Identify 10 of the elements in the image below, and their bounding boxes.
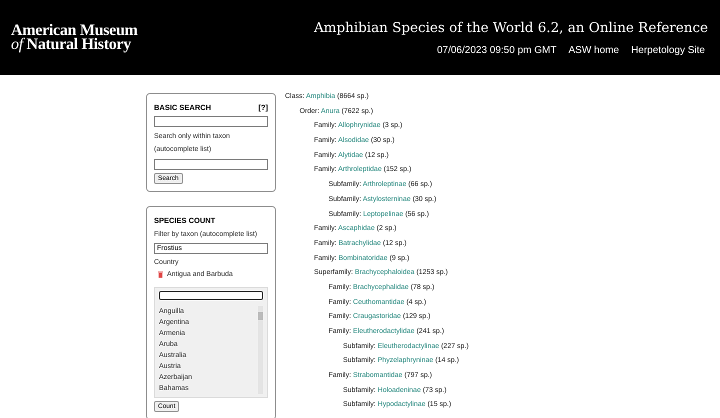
date-time: 07/06/2023 09:50 pm GMT xyxy=(436,45,556,56)
logo-text: American Museum xyxy=(11,24,138,38)
header-link[interactable]: ASW home xyxy=(568,45,620,56)
trash-icon[interactable] xyxy=(158,271,163,278)
taxon-field[interactable] xyxy=(154,159,268,170)
search-field[interactable] xyxy=(154,116,268,127)
site-title: Amphibian Species of the World 6.2, an Online Reference xyxy=(314,20,708,36)
header-link[interactable]: Herpetology Site xyxy=(631,45,705,56)
scrollbar[interactable] xyxy=(258,306,263,394)
list-search-field[interactable] xyxy=(159,291,263,300)
